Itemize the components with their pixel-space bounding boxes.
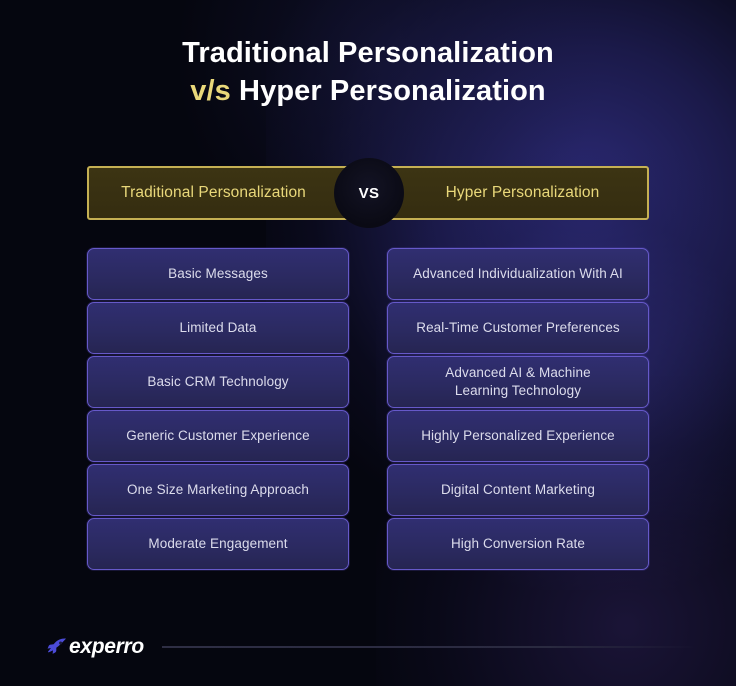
- comparison-row: Limited Data Real-Time Customer Preferen…: [87, 302, 649, 354]
- hyper-card: High Conversion Rate: [387, 518, 649, 570]
- vs-badge: VS: [334, 158, 404, 228]
- card-label-line-1: Advanced AI & Machine: [445, 365, 591, 380]
- card-label-line-1: Real-Time Customer Preferences: [416, 320, 620, 335]
- hyper-card: Highly Personalized Experience: [387, 410, 649, 462]
- card-label: High Conversion Rate: [451, 535, 585, 553]
- header-label-hyper: Hyper Personalization: [445, 184, 600, 201]
- footer: experro: [47, 636, 697, 657]
- hyper-card: Advanced AI & Machine Learning Technology: [387, 356, 649, 408]
- traditional-card: Basic CRM Technology: [87, 356, 349, 408]
- header-label-traditional: Traditional Personalization: [121, 184, 306, 201]
- traditional-card: One Size Marketing Approach: [87, 464, 349, 516]
- card-label: Moderate Engagement: [148, 536, 288, 551]
- card-label: One Size Marketing Approach: [126, 482, 310, 497]
- comparison-row: Basic Messages Advanced Individualizatio…: [87, 248, 649, 300]
- card-label: Highly Personalized Experience: [421, 427, 615, 445]
- comparison-grid: Basic Messages Advanced Individualizatio…: [87, 248, 649, 572]
- comparison-row: Basic CRM Technology Advanced AI & Machi…: [87, 356, 649, 408]
- title-vs-accent: v/s: [190, 75, 231, 107]
- card-label-line-1: Digital Content Marketing: [440, 482, 596, 497]
- card-label: Generic Customer Experience: [126, 428, 310, 443]
- traditional-card: Moderate Engagement: [87, 518, 349, 570]
- hyper-card: Real-Time Customer Preferences: [387, 302, 649, 354]
- card-label: Advanced Individualization With AI: [413, 265, 623, 283]
- card-label: Real-Time Customer Preferences: [416, 319, 620, 337]
- footer-divider: [161, 645, 697, 648]
- page-title: Traditional Personalization v/s Hyper Pe…: [0, 34, 736, 110]
- traditional-card: Limited Data: [87, 302, 349, 354]
- card-label-line-1: High Conversion Rate: [450, 536, 586, 551]
- title-line-2-rest: Hyper Personalization: [230, 75, 546, 107]
- hyper-card: Digital Content Marketing: [387, 464, 649, 516]
- card-label-line-1: Advanced Individualization With AI: [413, 266, 623, 281]
- traditional-card: Basic Messages: [87, 248, 349, 300]
- card-label: Basic CRM Technology: [147, 374, 289, 389]
- infographic-canvas: Traditional Personalization v/s Hyper Pe…: [0, 0, 736, 686]
- comparison-row: Moderate Engagement High Conversion Rate: [87, 518, 649, 570]
- comparison-row: Generic Customer Experience Highly Perso…: [87, 410, 649, 462]
- comparison-row: One Size Marketing Approach Digital Cont…: [87, 464, 649, 516]
- title-line-1: Traditional Personalization: [182, 37, 554, 69]
- hyper-card: Advanced Individualization With AI: [387, 248, 649, 300]
- title-line-2: v/s Hyper Personalization: [0, 72, 736, 110]
- card-label: Digital Content Marketing: [441, 481, 595, 499]
- experro-rocket-icon: [47, 638, 66, 654]
- card-label: Basic Messages: [168, 266, 268, 281]
- card-label-line-2: Learning Technology: [454, 383, 582, 398]
- card-label: Advanced AI & Machine Learning Technology: [445, 364, 590, 400]
- card-label: Limited Data: [179, 320, 257, 335]
- card-label-line-1: Highly Personalized Experience: [421, 428, 615, 443]
- traditional-card: Generic Customer Experience: [87, 410, 349, 462]
- experro-logo-text: experro: [69, 635, 144, 658]
